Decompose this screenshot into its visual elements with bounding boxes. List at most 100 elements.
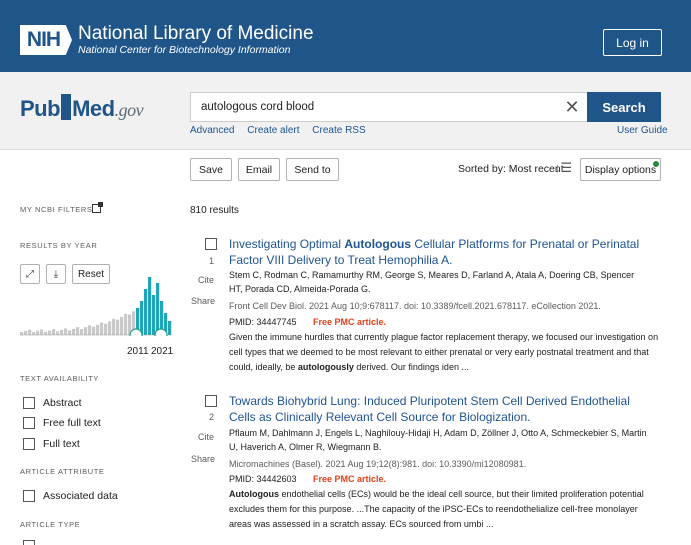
histogram-bar[interactable] — [116, 319, 120, 335]
filter-associated-data[interactable]: Associated data — [23, 489, 118, 503]
filter-full-text[interactable]: Full text — [23, 437, 80, 451]
nih-logo[interactable]: NIH National Library of Medicine Nationa… — [20, 23, 314, 56]
cite-button[interactable]: Cite — [198, 432, 214, 442]
snippet-highlight: autologously — [297, 362, 354, 372]
sort-order-icon[interactable]: ↓☰ — [554, 160, 572, 176]
histogram-bar[interactable] — [52, 329, 56, 335]
histogram-bar[interactable] — [24, 330, 28, 335]
snippet-text: endothelial cells (ECs) would be the ide… — [229, 489, 644, 529]
snippet-highlight: Autologous — [229, 489, 279, 499]
year-start-label: 2011 — [127, 346, 149, 357]
result-number: 2 — [209, 412, 215, 422]
histogram-bar[interactable] — [32, 331, 36, 335]
histogram-bar[interactable] — [84, 327, 88, 335]
share-button[interactable]: Share — [191, 296, 215, 306]
share-button[interactable]: Share — [191, 454, 215, 464]
result-authors: Stem C, Rodman C, Ramamurthy RM, George … — [229, 270, 635, 294]
search-area: Pub Med.gov autologous cord blood ✕ Searc… — [0, 72, 691, 150]
histogram-bar[interactable] — [112, 318, 116, 335]
my-ncbi-filters-heading: MY NCBI FILTERS — [20, 205, 93, 214]
histogram-bar[interactable] — [144, 289, 148, 335]
filter-label: Abstract — [43, 397, 82, 409]
save-button[interactable]: Save — [190, 158, 232, 181]
nlm-title: National Library of Medicine — [78, 23, 314, 44]
title-text: Investigating Optimal — [229, 237, 345, 251]
title-text: Towards Biohybrid Lung: Induced Pluripot… — [229, 394, 630, 424]
result-pmid: PMID: 34442603 — [229, 474, 297, 484]
result-number: 1 — [209, 256, 215, 266]
histogram-bar[interactable] — [148, 277, 152, 335]
result-title-link[interactable]: Towards Biohybrid Lung: Induced Pluripot… — [229, 394, 649, 425]
result-checkbox[interactable] — [205, 395, 217, 407]
histogram-bar[interactable] — [156, 283, 160, 335]
checkbox[interactable] — [23, 490, 35, 502]
ncbi-subtitle: National Center for Biotechnology Inform… — [78, 44, 291, 56]
filter-label: Associated data — [43, 490, 118, 502]
logo-gov: .gov — [114, 100, 144, 120]
checkbox[interactable] — [23, 397, 35, 409]
histogram-bar[interactable] — [72, 328, 76, 335]
advanced-link[interactable]: Advanced — [190, 125, 234, 136]
histogram-bar[interactable] — [60, 329, 64, 335]
logo-med: Med — [72, 96, 115, 121]
result-snippet: Autologous endothelial cells (ECs) would… — [229, 487, 659, 532]
login-button[interactable]: Log in — [603, 29, 662, 56]
result-checkbox[interactable] — [205, 238, 217, 250]
histogram-bar[interactable] — [76, 327, 80, 335]
histogram-bar[interactable] — [168, 321, 172, 335]
histogram-bar[interactable] — [68, 330, 72, 335]
filter-free-full-text[interactable]: Free full text — [23, 416, 101, 430]
cite-button[interactable]: Cite — [198, 275, 214, 285]
clear-search-icon[interactable]: ✕ — [560, 94, 584, 120]
histogram-bar[interactable] — [56, 331, 60, 335]
sort-label[interactable]: Sorted by: Most recent — [458, 163, 564, 175]
histogram-bar[interactable] — [88, 325, 92, 335]
results-count: 810 results — [190, 205, 239, 216]
range-handle-end[interactable] — [154, 328, 168, 336]
histogram-bar[interactable] — [92, 326, 96, 335]
checkbox[interactable] — [23, 540, 35, 545]
histogram-bar[interactable] — [80, 329, 84, 335]
external-link-icon[interactable] — [92, 202, 103, 213]
result-title-link[interactable]: Investigating Optimal Autologous Cellula… — [229, 237, 649, 268]
histogram-bar[interactable] — [120, 316, 124, 335]
histogram-bar[interactable] — [48, 330, 52, 335]
year-end-label: 2021 — [151, 346, 174, 357]
histogram-bar[interactable] — [140, 301, 144, 335]
create-rss-link[interactable]: Create RSS — [312, 125, 365, 136]
checkbox[interactable] — [23, 438, 35, 450]
histogram-bar[interactable] — [104, 323, 108, 335]
user-guide-link[interactable]: User Guide — [617, 125, 668, 136]
histogram-bar[interactable] — [96, 324, 100, 335]
histogram-bar[interactable] — [40, 329, 44, 335]
search-button[interactable]: Search — [587, 92, 661, 122]
histogram-bar[interactable] — [36, 330, 40, 335]
histogram-bar[interactable] — [108, 321, 112, 335]
nih-logo-badge: NIH — [20, 25, 72, 55]
range-handle-start[interactable] — [129, 328, 143, 336]
histogram-bar[interactable] — [100, 322, 104, 335]
pubmed-logo[interactable]: Pub Med.gov — [20, 94, 144, 122]
text-availability-heading: TEXT AVAILABILITY — [20, 374, 99, 383]
create-alert-link[interactable]: Create alert — [247, 125, 299, 136]
histogram-bar[interactable] — [152, 295, 156, 335]
filter-label: Full text — [43, 438, 80, 450]
result-pmid: PMID: 34447745 — [229, 317, 297, 327]
email-button[interactable]: Email — [238, 158, 280, 181]
display-options-indicator — [653, 161, 659, 167]
histogram-bar[interactable] — [28, 329, 32, 335]
filter-abstract[interactable]: Abstract — [23, 396, 82, 410]
display-options-button[interactable]: Display options — [580, 158, 661, 181]
free-pmc-badge: Free PMC article. — [313, 317, 387, 327]
search-input[interactable]: autologous cord blood — [190, 92, 588, 122]
year-histogram[interactable] — [20, 260, 172, 336]
result-citation: Front Cell Dev Biol. 2021 Aug 10;9:67811… — [229, 301, 601, 311]
checkbox[interactable] — [23, 417, 35, 429]
histogram-bar[interactable] — [44, 331, 48, 335]
send-to-button[interactable]: Send to — [286, 158, 339, 181]
histogram-bar[interactable] — [64, 328, 68, 335]
histogram-bar[interactable] — [124, 313, 128, 335]
article-attribute-heading: ARTICLE ATTRIBUTE — [20, 467, 105, 476]
histogram-bar[interactable] — [20, 332, 24, 335]
results-toolbar: Save Email Send to Sorted by: Most recen… — [0, 150, 691, 190]
